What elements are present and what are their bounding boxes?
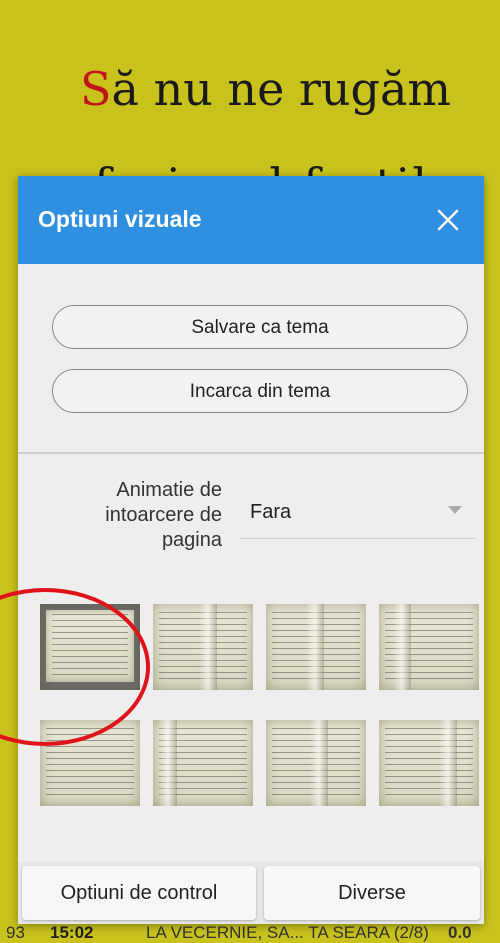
status-page-number: 93 xyxy=(6,923,25,942)
animation-thumb-shift[interactable] xyxy=(266,720,366,806)
reader-edge xyxy=(482,176,500,876)
page-turn-animation-value: Fara xyxy=(250,501,292,523)
animation-thumb-none[interactable] xyxy=(40,604,140,690)
dialog-bottom-bar: Optiuni de control Diverse xyxy=(18,862,484,924)
close-button[interactable] xyxy=(428,200,468,240)
control-options-button[interactable]: Optiuni de control xyxy=(22,866,256,920)
reader-status-bar: 93 15:02 LA VECERNIE, SA... TA SEARA (2/… xyxy=(0,921,500,943)
animation-thumb-roll[interactable] xyxy=(379,720,479,806)
animation-thumb-slide[interactable] xyxy=(266,604,366,690)
status-time: 15:02 xyxy=(50,923,94,942)
drop-cap: S xyxy=(80,62,112,116)
screen: Să nu ne rugăm ca fariseul fratilor 93 1… xyxy=(0,0,500,943)
divider xyxy=(18,452,484,454)
load-from-theme-button[interactable]: Incarca din tema xyxy=(52,369,468,413)
misc-button[interactable]: Diverse xyxy=(264,866,480,920)
status-chapter-title: LA VECERNIE, SA... TA SEARA (2/8) xyxy=(146,923,429,942)
page-turn-thumbnail-grid xyxy=(40,604,480,872)
animation-thumb-curl[interactable] xyxy=(153,604,253,690)
page-turn-animation-select[interactable]: Fara xyxy=(240,478,476,539)
thumb-preview xyxy=(46,610,134,682)
page-turn-animation-label: Animatie de intoarcere de pagina xyxy=(105,479,222,551)
save-as-theme-button[interactable]: Salvare ca tema xyxy=(52,305,468,349)
dialog-header: Optiuni vizuale xyxy=(18,176,484,264)
dialog-title: Optiuni vizuale xyxy=(38,206,202,232)
close-icon xyxy=(437,209,459,231)
reader-text-line: Să nu ne rugăm xyxy=(80,62,451,116)
dropdown-arrow-icon xyxy=(448,506,462,514)
visual-options-dialog: Optiuni vizuale Salvare ca tema Incarca … xyxy=(18,176,484,924)
animation-thumb-3d[interactable] xyxy=(153,720,253,806)
status-progress: 0.0 xyxy=(448,923,472,942)
animation-thumb-flip[interactable] xyxy=(379,604,479,690)
animation-thumb-fade[interactable] xyxy=(40,720,140,806)
reader-text: ă nu ne rugăm xyxy=(111,62,452,116)
